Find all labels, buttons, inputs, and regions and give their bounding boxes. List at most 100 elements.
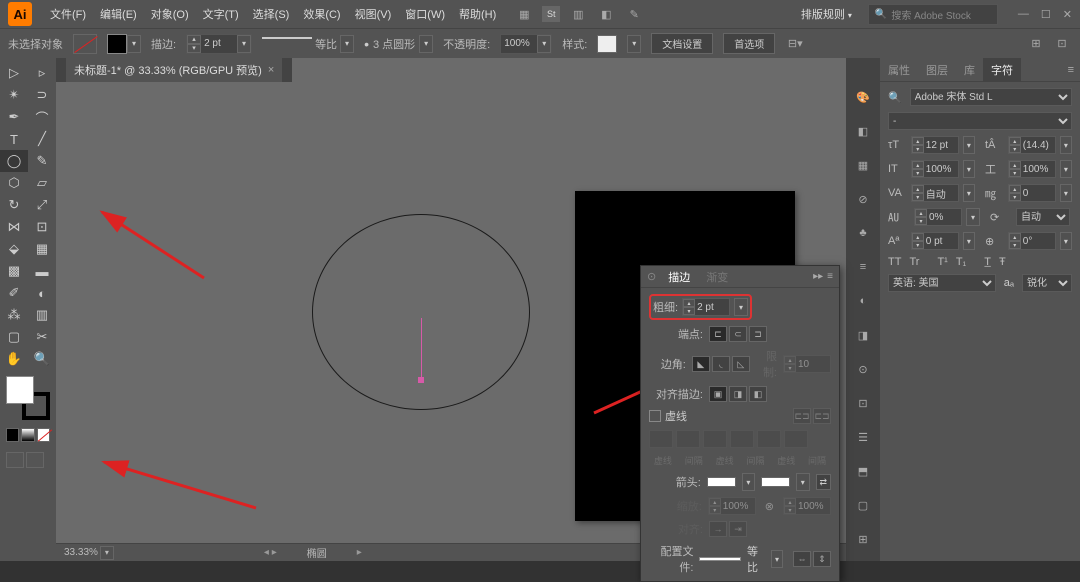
tab-close-icon[interactable]: ×: [268, 64, 274, 76]
stock-icon[interactable]: St: [542, 6, 560, 22]
panel-grip-icon[interactable]: ⊙: [647, 270, 656, 283]
graphic-style-swatch[interactable]: [597, 35, 617, 53]
kerning-dd[interactable]: ▾: [963, 184, 975, 202]
preferences-button[interactable]: 首选项: [723, 33, 775, 54]
gradient-panel-icon[interactable]: ◐: [852, 290, 874, 312]
tracking-dd[interactable]: ▾: [1060, 184, 1072, 202]
opacity-field[interactable]: [501, 38, 537, 49]
cap-round[interactable]: ⊂: [729, 326, 747, 342]
libraries-icon[interactable]: ⊞: [852, 528, 874, 550]
gradient-mode-swatch[interactable]: [21, 428, 34, 442]
menu-object[interactable]: 对象(O): [145, 2, 195, 26]
zoom-tool[interactable]: 🔍: [28, 348, 56, 370]
arrow-start[interactable]: [707, 477, 736, 487]
font-size-dd[interactable]: ▾: [963, 136, 975, 154]
opacity-dropdown[interactable]: ▾: [537, 35, 551, 53]
bridge-icon[interactable]: ▦: [514, 4, 534, 24]
style-dropdown[interactable]: ▾: [627, 35, 641, 53]
zoom-dropdown[interactable]: ▾: [100, 546, 114, 560]
tab-character[interactable]: 字符: [983, 58, 1021, 82]
tab-libraries[interactable]: 库: [956, 58, 983, 82]
stroke-weight-field[interactable]: [201, 38, 237, 49]
align-center[interactable]: ▣: [709, 386, 727, 402]
stepper-down-icon[interactable]: ▾: [187, 44, 201, 53]
width-tool[interactable]: ⋈: [0, 216, 28, 238]
leading-input[interactable]: ▴▾: [1008, 136, 1056, 154]
panel-toggle-2-icon[interactable]: ⊡: [1052, 34, 1072, 54]
color-guide-icon[interactable]: ◧: [852, 120, 874, 142]
rotate-tool[interactable]: ↻: [0, 194, 28, 216]
asset-export-icon[interactable]: ⬒: [852, 460, 874, 482]
zoom-value[interactable]: 33.33%: [64, 547, 98, 558]
menu-edit[interactable]: 编辑(E): [94, 2, 143, 26]
cap-projecting[interactable]: ⊐: [749, 326, 767, 342]
fill-color[interactable]: [6, 376, 34, 404]
eraser-tool[interactable]: ▱: [28, 172, 56, 194]
font-search-icon[interactable]: 🔍: [888, 91, 902, 104]
rotation-select[interactable]: 自动: [1016, 208, 1070, 226]
antialias-select[interactable]: 锐化: [1022, 274, 1072, 292]
eyedropper-tool[interactable]: ✐: [0, 282, 28, 304]
close-icon[interactable]: ✕: [1063, 8, 1072, 21]
tab-layers[interactable]: 图层: [918, 58, 956, 82]
baseline-input[interactable]: ▴▾: [914, 208, 962, 226]
mesh-tool[interactable]: ▩: [0, 260, 28, 282]
menu-file[interactable]: 文件(F): [44, 2, 92, 26]
arrange-icon[interactable]: ▥: [568, 4, 588, 24]
line-tool[interactable]: ╱: [28, 128, 56, 150]
subscript[interactable]: T₁: [956, 256, 966, 268]
none-mode-swatch[interactable]: [37, 428, 50, 442]
opacity-input[interactable]: ▾: [500, 34, 552, 54]
pen-tool[interactable]: ✒: [0, 106, 28, 128]
appearance-icon[interactable]: ⊙: [852, 358, 874, 380]
panel-collapse-icon[interactable]: ▸▸: [813, 271, 823, 282]
panel-toggle-1-icon[interactable]: ⊞: [1026, 34, 1046, 54]
profile-dropdown[interactable]: ▾: [340, 35, 354, 53]
transparency-icon[interactable]: ◨: [852, 324, 874, 346]
vscale-dd[interactable]: ▾: [963, 160, 975, 178]
aki1-input[interactable]: ▴▾: [911, 232, 959, 250]
shape-builder-tool[interactable]: ⬙: [0, 238, 28, 260]
graphic-styles-icon[interactable]: ⊡: [852, 392, 874, 414]
minimize-icon[interactable]: —: [1018, 8, 1029, 21]
direct-selection-tool[interactable]: ▹: [28, 62, 56, 84]
superscript[interactable]: T¹: [937, 256, 947, 268]
hscale-dd[interactable]: ▾: [1060, 160, 1072, 178]
language-select[interactable]: 英语: 美国: [888, 274, 996, 292]
tt-caps[interactable]: TT: [888, 256, 901, 268]
leading-dd[interactable]: ▾: [1060, 136, 1072, 154]
layout-rules-dropdown[interactable]: 排版规则 ▾: [795, 2, 858, 26]
stroke-tab[interactable]: 描边: [660, 267, 698, 287]
font-family-select[interactable]: Adobe 宋体 Std L: [910, 88, 1072, 106]
arrow-end[interactable]: [761, 477, 790, 487]
artboards-icon[interactable]: ▢: [852, 494, 874, 516]
fill-stroke-control[interactable]: [6, 376, 50, 420]
stroke-swatch[interactable]: [107, 34, 127, 54]
gradient-tab[interactable]: 渐变: [698, 267, 736, 287]
artboard-tool[interactable]: ▢: [0, 326, 28, 348]
menu-select[interactable]: 选择(S): [247, 2, 296, 26]
profile-flip-h[interactable]: ⇔: [793, 551, 811, 567]
profile-flip-v[interactable]: ⇕: [813, 551, 831, 567]
arrow-start-dd[interactable]: ▾: [742, 473, 756, 491]
align-outside[interactable]: ◧: [749, 386, 767, 402]
symbols-icon[interactable]: ♣: [852, 222, 874, 244]
corner-round[interactable]: ◟: [712, 356, 730, 372]
ellipse-tool[interactable]: ◯: [0, 150, 28, 172]
stroke-weight-dropdown[interactable]: ▾: [237, 35, 251, 53]
brushes-icon[interactable]: ⊘: [852, 188, 874, 210]
hand-tool[interactable]: ✋: [0, 348, 28, 370]
magic-wand-tool[interactable]: ✴: [0, 84, 28, 106]
tab-properties[interactable]: 属性: [880, 58, 918, 82]
swap-arrows[interactable]: ⇄: [816, 474, 831, 490]
stroke-weight-input[interactable]: ▴▾ ▾: [186, 34, 252, 54]
stroke-swatch-dropdown[interactable]: ▾: [127, 35, 141, 53]
screen-mode-normal[interactable]: [6, 452, 24, 468]
scale-tool[interactable]: ⤢: [28, 194, 56, 216]
graph-tool[interactable]: ▥: [28, 304, 56, 326]
color-panel-icon[interactable]: 🎨: [852, 86, 874, 108]
search-stock-input[interactable]: 🔍搜索 Adobe Stock: [868, 4, 998, 25]
dashed-line-checkbox[interactable]: 虚线: [649, 408, 687, 424]
menu-type[interactable]: 文字(T): [197, 2, 245, 26]
underline[interactable]: T̲: [984, 256, 991, 268]
